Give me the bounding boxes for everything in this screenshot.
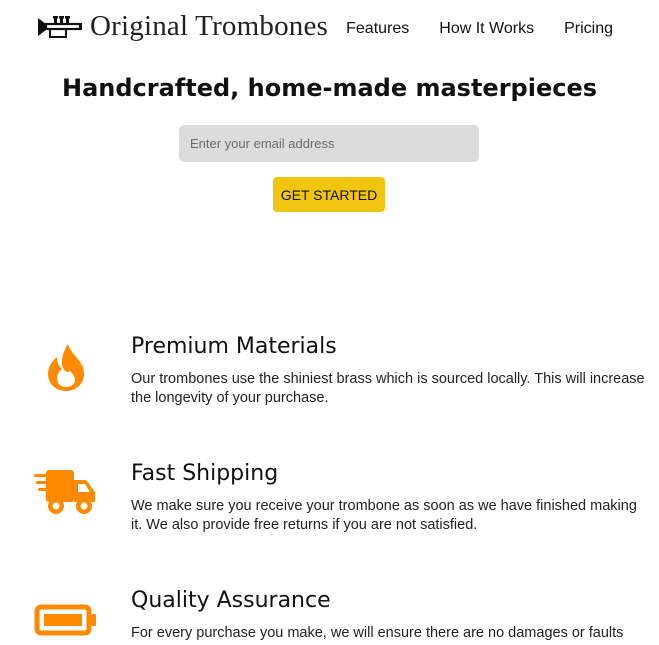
nav-link-how-it-works[interactable]: How It Works <box>439 20 534 38</box>
hero-title: Handcrafted, home-made masterpieces <box>61 74 598 102</box>
feature-description: Our trombones use the shiniest brass whi… <box>131 371 645 406</box>
brand-name: Original Trombones <box>90 10 329 42</box>
email-input[interactable] <box>179 125 479 162</box>
shipping-truck-icon <box>34 470 95 514</box>
get-started-button[interactable]: GET STARTED <box>273 177 385 212</box>
feature-title: Fast Shipping <box>131 461 279 486</box>
feature-title: Quality Assurance <box>131 588 331 613</box>
feature-description: We make sure you receive your trombone a… <box>131 498 637 533</box>
feature-title: Premium Materials <box>131 334 337 359</box>
fire-icon <box>48 344 84 391</box>
nav-link-pricing[interactable]: Pricing <box>564 20 613 38</box>
main-nav: Features How It Works Pricing <box>346 20 613 38</box>
feature-description: For every purchase you make, we will ens… <box>131 625 624 641</box>
nav-link-features[interactable]: Features <box>346 20 409 38</box>
battery-icon <box>34 604 96 636</box>
site-header: Original Trombones Features How It Works… <box>0 0 659 60</box>
trumpet-icon <box>38 15 82 38</box>
brand-logo[interactable]: Original Trombones <box>36 10 328 43</box>
